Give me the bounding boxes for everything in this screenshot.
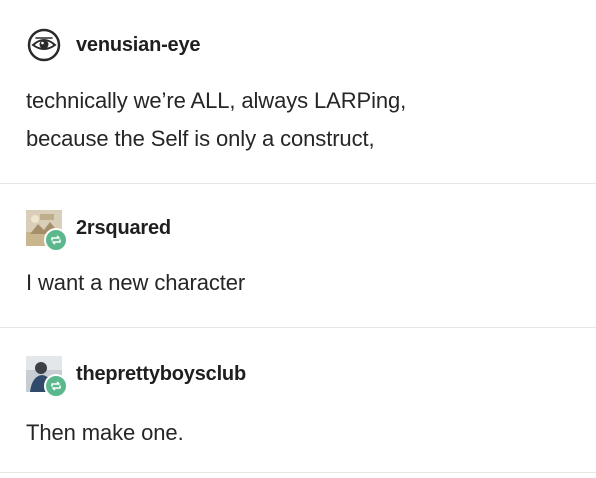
avatar[interactable]: [26, 356, 68, 398]
avatar[interactable]: [26, 210, 68, 252]
reblog-icon: [51, 381, 61, 391]
post-header: venusian-eye: [26, 27, 201, 63]
reblog-badge: [44, 228, 68, 252]
eye-avatar-icon: [27, 28, 61, 62]
post-2rsquared: 2rsquared I want a new character: [0, 184, 596, 326]
post-text: I want a new character: [26, 264, 245, 302]
username[interactable]: theprettyboysclub: [76, 363, 246, 386]
avatar[interactable]: [26, 27, 62, 63]
text-line: because the Self is only a construct,: [26, 126, 375, 151]
text-line: Then make one.: [26, 420, 184, 445]
username[interactable]: 2rsquared: [76, 217, 171, 240]
post-text: technically we’re ALL, always LARPing, b…: [26, 82, 406, 158]
post-header: theprettyboysclub: [26, 356, 246, 398]
post-header: 2rsquared: [26, 210, 171, 252]
divider: [0, 472, 596, 473]
reblog-icon: [51, 235, 61, 245]
username[interactable]: venusian-eye: [76, 34, 201, 57]
text-line: I want a new character: [26, 270, 246, 295]
post-theprettyboysclub: theprettyboysclub Then make one.: [0, 328, 596, 478]
text-line: technically we’re ALL, always LARPing,: [26, 88, 407, 113]
post-venusian-eye: venusian-eye technically we’re ALL, alwa…: [0, 0, 596, 182]
reblog-badge: [44, 374, 68, 398]
post-text: Then make one.: [26, 414, 184, 452]
